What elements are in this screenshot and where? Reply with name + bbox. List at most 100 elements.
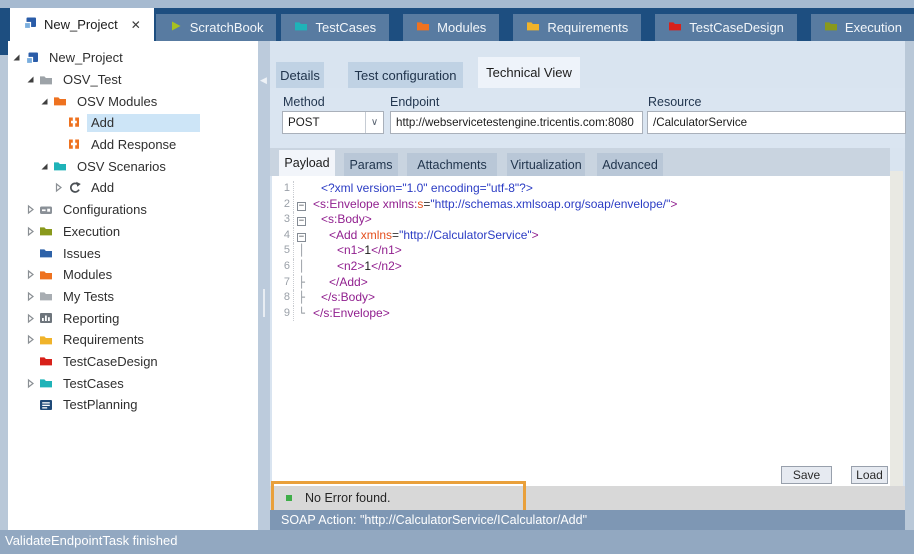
none-arrow-icon	[24, 355, 36, 367]
tree-item-Issues[interactable]: Issues	[8, 242, 258, 264]
tree-item-Add[interactable]: Add	[8, 112, 258, 134]
workspace-tab-label: TestCases	[315, 20, 376, 35]
tree-item-Configurations[interactable]: Configurations	[8, 199, 258, 221]
load-button[interactable]: Load	[851, 466, 888, 484]
tree-item-label: Add	[87, 179, 118, 197]
tree-item-Add-Response[interactable]: Add Response	[8, 134, 258, 156]
code-text: <?xml version="1.0" encoding="utf-8"?>	[309, 181, 533, 197]
payload-tab-strip: Payload Params Attachments Virtualization Ad…	[270, 148, 890, 176]
panel-splitter[interactable]: ◀	[258, 41, 270, 530]
expanded-arrow-icon[interactable]	[10, 52, 22, 64]
editor-scrollbar[interactable]	[890, 171, 903, 486]
workspace-tab-New_Project[interactable]: New_Project✕	[10, 8, 154, 41]
none-arrow-icon	[24, 399, 36, 411]
gutter-glyph: │	[294, 259, 309, 275]
endpoint-input[interactable]: http://webservicetestengine.tricentis.co…	[390, 111, 643, 134]
method-value: POST	[283, 112, 320, 133]
payload-tab-Advanced[interactable]: Advanced	[597, 153, 663, 176]
tree-item-label: My Tests	[59, 287, 118, 305]
workspace-tab-Modules[interactable]: Modules	[403, 14, 499, 41]
payload-tab-Params[interactable]: Params	[344, 153, 398, 176]
workspace-tab-Execution[interactable]: Execution	[811, 14, 914, 41]
tree-item-Add[interactable]: Add	[8, 177, 258, 199]
folder-icon	[38, 246, 54, 260]
view-tab-Technical-View[interactable]: Technical View	[478, 57, 580, 88]
expanded-arrow-icon[interactable]	[38, 160, 50, 172]
line-number: 6	[272, 259, 294, 275]
code-text: <n2>1</n2>	[309, 259, 402, 275]
code-line-6: 6│<n2>1</n2>	[272, 259, 890, 275]
code-text: </s:Envelope>	[309, 306, 390, 322]
gutter-glyph: −	[294, 212, 309, 228]
collapse-box-icon[interactable]: −	[297, 217, 306, 226]
code-text: </Add>	[309, 275, 368, 291]
chevron-down-icon[interactable]: ∨	[365, 112, 383, 133]
collapsed-arrow-icon[interactable]	[24, 377, 36, 389]
tree-item-label: Reporting	[59, 309, 123, 327]
collapsed-arrow-icon[interactable]	[24, 204, 36, 216]
workspace-tab-label: Requirements	[547, 20, 628, 35]
collapse-box-icon[interactable]: −	[297, 202, 306, 211]
method-select[interactable]: POST ∨	[282, 111, 384, 134]
tree-item-Reporting[interactable]: Reporting	[8, 307, 258, 329]
code-text: <s:Envelope xmlns:s="http://schemas.xmls…	[309, 197, 677, 213]
method-label: Method	[283, 95, 325, 109]
left-edge-decoration	[0, 41, 8, 55]
window-top-strip	[0, 0, 914, 8]
payload-tab-Payload[interactable]: Payload	[279, 150, 335, 176]
folder-icon	[668, 19, 682, 36]
tree-item-My-Tests[interactable]: My Tests	[8, 286, 258, 308]
tree-item-Modules[interactable]: Modules	[8, 264, 258, 286]
save-button[interactable]: Save	[781, 466, 832, 484]
collapsed-arrow-icon[interactable]	[24, 225, 36, 237]
expanded-arrow-icon[interactable]	[38, 95, 50, 107]
tree-item-label: TestPlanning	[59, 396, 141, 414]
tree-item-OSV-Scenarios[interactable]: OSV Scenarios	[8, 155, 258, 177]
tree-item-Requirements[interactable]: Requirements	[8, 329, 258, 351]
workspace-tab-TestCases[interactable]: TestCases	[281, 14, 389, 41]
splitter-collapse-icon[interactable]: ◀	[259, 73, 268, 87]
view-tab-Details[interactable]: Details	[276, 62, 324, 88]
collapsed-arrow-icon[interactable]	[24, 290, 36, 302]
none-arrow-icon	[24, 247, 36, 259]
payload-xml-editor[interactable]: 1<?xml version="1.0" encoding="utf-8"?>2…	[272, 176, 890, 486]
code-line-5: 5│<n1>1</n1>	[272, 243, 890, 259]
gutter-glyph: └	[294, 306, 309, 322]
payload-tab-Attachments[interactable]: Attachments	[407, 153, 497, 176]
none-arrow-icon	[52, 139, 64, 151]
tree-item-Execution[interactable]: Execution	[8, 221, 258, 243]
tree-item-TestCases[interactable]: TestCases	[8, 372, 258, 394]
code-line-4: 4−<Add xmlns="http://CalculatorService">	[272, 228, 890, 244]
close-icon[interactable]: ✕	[131, 18, 141, 32]
view-tab-Test-configuration[interactable]: Test configuration	[348, 62, 463, 88]
folder-icon	[416, 19, 430, 36]
config-icon	[38, 203, 54, 217]
resource-input[interactable]: /CalculatorService	[647, 111, 906, 134]
splitter-grip[interactable]	[263, 289, 265, 317]
tree-item-label: Issues	[59, 244, 105, 262]
collapsed-arrow-icon[interactable]	[24, 312, 36, 324]
resource-label: Resource	[648, 95, 702, 109]
line-number: 2	[272, 197, 294, 213]
tree-item-label: Execution	[59, 222, 124, 240]
workspace-tab-ScratchBook[interactable]: ScratchBook	[156, 14, 277, 41]
module-icon	[66, 116, 82, 130]
tree-item-TestPlanning[interactable]: TestPlanning	[8, 394, 258, 416]
collapsed-arrow-icon[interactable]	[52, 182, 64, 194]
none-arrow-icon	[52, 117, 64, 129]
workspace-tab-TestCaseDesign[interactable]: TestCaseDesign	[655, 14, 797, 41]
status-ok-bullet	[286, 495, 292, 501]
expanded-arrow-icon[interactable]	[24, 74, 36, 86]
tree-item-New_Project[interactable]: New_Project	[8, 47, 258, 69]
collapsed-arrow-icon[interactable]	[24, 334, 36, 346]
tree-item-OSV_Test[interactable]: OSV_Test	[8, 69, 258, 91]
tree-item-OSV-Modules[interactable]: OSV Modules	[8, 90, 258, 112]
workspace-tab-Requirements[interactable]: Requirements	[513, 14, 641, 41]
tree-item-TestCaseDesign[interactable]: TestCaseDesign	[8, 351, 258, 373]
endpoint-label: Endpoint	[390, 95, 439, 109]
collapse-box-icon[interactable]: −	[297, 233, 306, 242]
report-icon	[38, 311, 54, 325]
payload-tab-Virtualization[interactable]: Virtualization	[507, 153, 585, 176]
tree-item-label: Configurations	[59, 201, 151, 219]
collapsed-arrow-icon[interactable]	[24, 269, 36, 281]
